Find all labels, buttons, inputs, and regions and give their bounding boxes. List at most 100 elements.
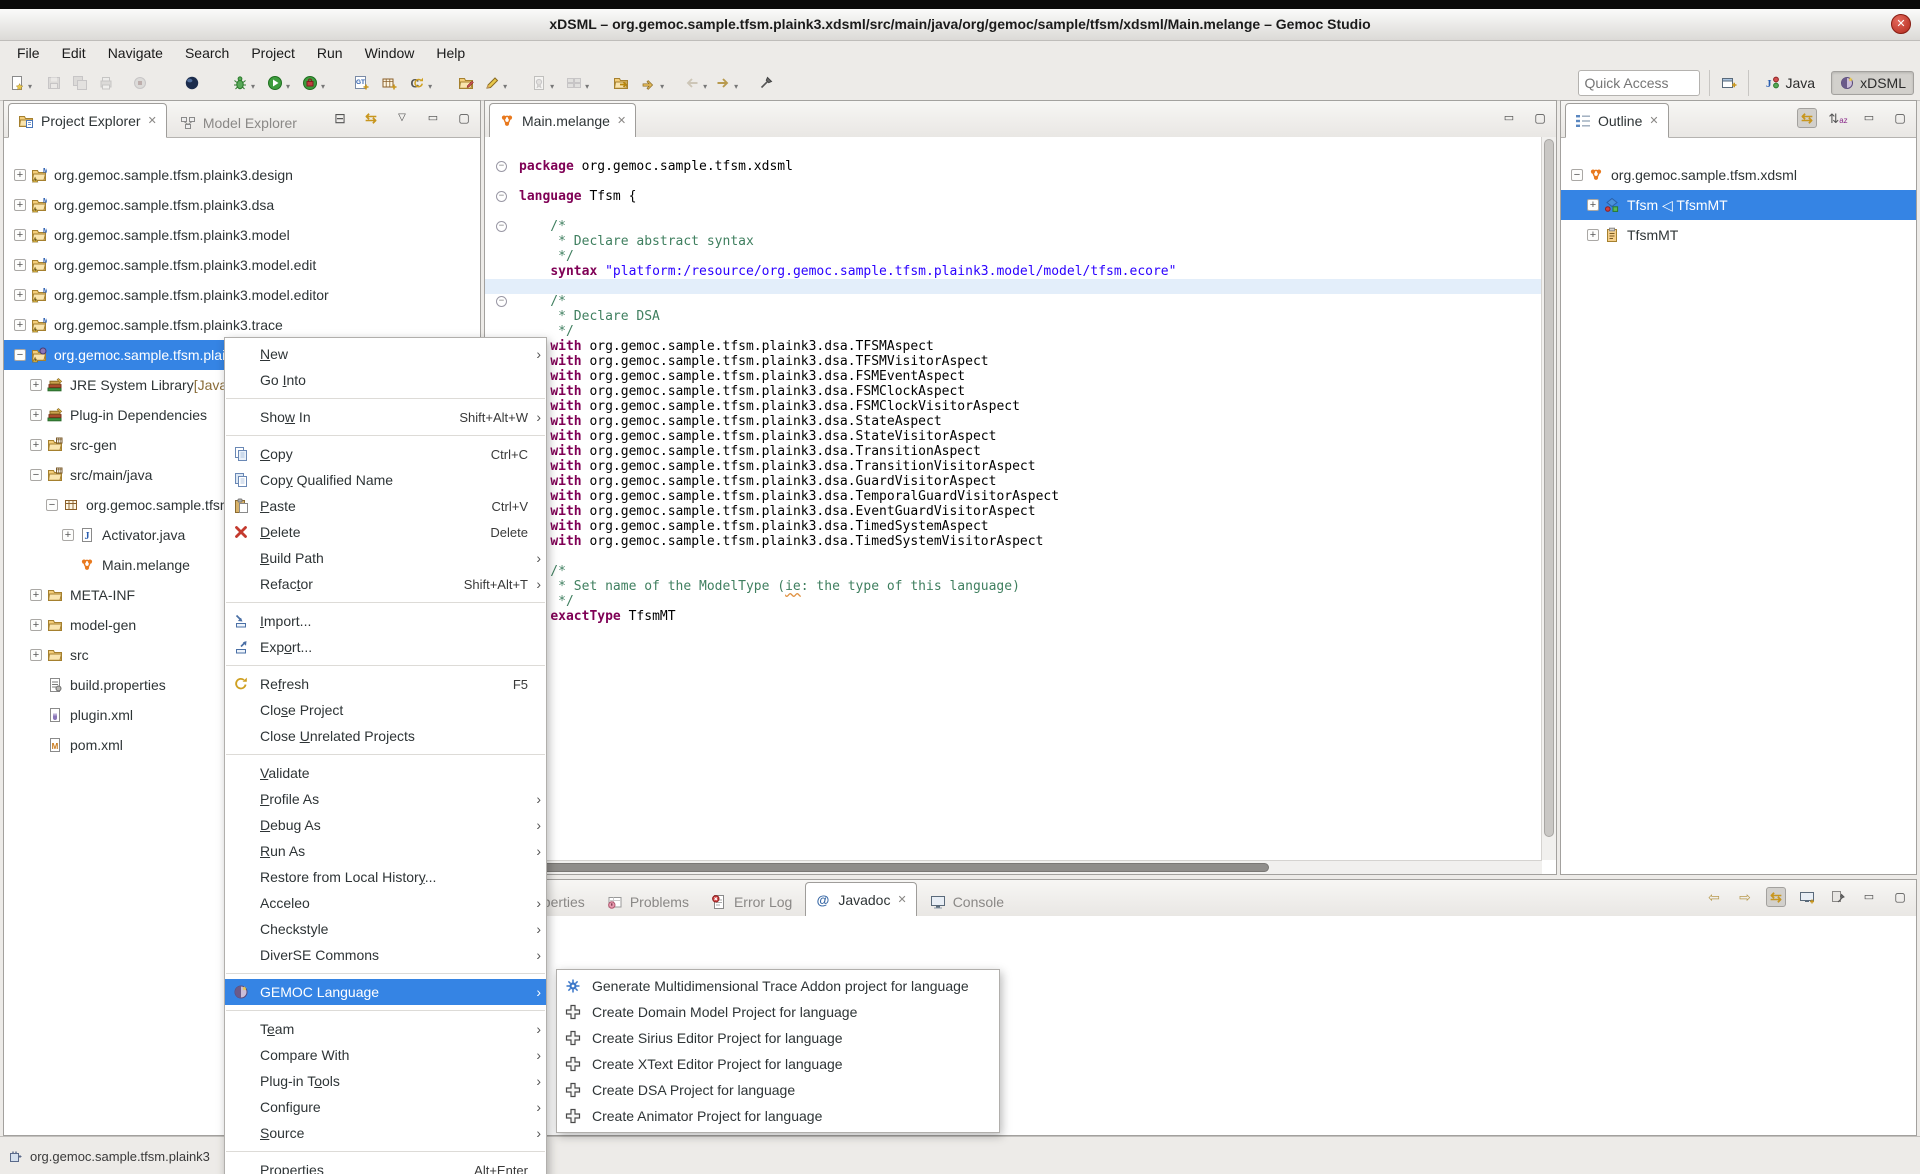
new-melange-file-icon[interactable]: GT (350, 72, 372, 94)
tree-item-org-gemoc-sample-tfsm-plaink3-trace[interactable]: +Morg.gemoc.sample.tfsm.plaink3.trace (4, 310, 480, 340)
tab-problems[interactable]: Problems (598, 887, 698, 916)
maximize-icon[interactable]: ▢ (454, 108, 474, 128)
pin-view-icon[interactable] (1828, 887, 1848, 907)
dropdown-caret-icon[interactable]: ▾ (703, 82, 707, 91)
code-line[interactable]: */ (485, 594, 1542, 609)
code-line[interactable]: with org.gemoc.sample.tfsm.plaink3.dsa.F… (485, 399, 1542, 414)
code-line[interactable] (485, 279, 1542, 294)
dropdown-caret-icon[interactable]: ▾ (251, 82, 255, 91)
menu-item-profile-as[interactable]: Profile As› (225, 786, 546, 812)
perspective-xdsml-button[interactable]: xDSML (1831, 71, 1914, 95)
forward-icon[interactable] (712, 72, 734, 94)
folder-go-icon[interactable] (610, 72, 632, 94)
menu-item-export[interactable]: Export... (225, 634, 546, 660)
tree-item-org-gemoc-sample-tfsm-xdsml[interactable]: −org.gemoc.sample.tfsm.xdsml (1561, 160, 1916, 190)
maximize-icon[interactable]: ▢ (1530, 108, 1550, 128)
menu-item-restore-from-local-history[interactable]: Restore from Local History... (225, 864, 546, 890)
menu-item-close-project[interactable]: Close Project (225, 697, 546, 723)
code-line[interactable] (485, 204, 1542, 219)
code-line[interactable]: with org.gemoc.sample.tfsm.plaink3.dsa.T… (485, 354, 1542, 369)
collapse-all-icon[interactable]: ⊟ (330, 108, 350, 128)
code-line[interactable]: with org.gemoc.sample.tfsm.plaink3.dsa.F… (485, 369, 1542, 384)
code-line[interactable]: − /* (485, 294, 1542, 309)
close-icon[interactable]: ✕ (617, 114, 626, 127)
menu-item-create-sirius-editor-project-for-language[interactable]: Create Sirius Editor Project for languag… (557, 1025, 999, 1051)
menu-item-validate[interactable]: Validate (225, 760, 546, 786)
menu-item-import[interactable]: Import... (225, 608, 546, 634)
link-with-editor-icon[interactable]: ⇆ (1766, 887, 1786, 907)
tree-item-org-gemoc-sample-tfsm-plaink3-model-editor[interactable]: +Morg.gemoc.sample.tfsm.plaink3.model.ed… (4, 280, 480, 310)
fold-collapse-icon[interactable]: − (496, 161, 507, 172)
expand-icon[interactable]: + (14, 199, 26, 211)
menu-item-plug-in-tools[interactable]: Plug-in Tools› (225, 1068, 546, 1094)
code-line[interactable]: with org.gemoc.sample.tfsm.plaink3.dsa.T… (485, 444, 1542, 459)
print-icon[interactable] (95, 72, 117, 94)
menu-item-configure[interactable]: Configure› (225, 1094, 546, 1120)
menu-item-copy-qualified-name[interactable]: Copy Qualified Name (225, 467, 546, 493)
tree-item-tfsm-tfsmmt[interactable]: +Tfsm ◁ TfsmMT (1561, 190, 1916, 220)
code-line[interactable]: −language Tfsm { (485, 189, 1542, 204)
code-line[interactable]: with org.gemoc.sample.tfsm.plaink3.dsa.F… (485, 384, 1542, 399)
menu-item-build-path[interactable]: Build Path› (225, 545, 546, 571)
expand-icon[interactable]: + (14, 169, 26, 181)
menubar-item-window[interactable]: Window (354, 42, 426, 64)
new-package-icon[interactable] (378, 72, 400, 94)
tab-project-explorer[interactable]: Project Explorer ✕ (8, 103, 167, 138)
expand-icon[interactable]: + (30, 439, 42, 451)
code-line[interactable]: exactType TfsmMT (485, 609, 1542, 624)
fold-collapse-icon[interactable]: − (496, 296, 507, 307)
code-line[interactable]: syntax "platform:/resource/org.gemoc.sam… (485, 264, 1542, 279)
menu-item-create-domain-model-project-for-language[interactable]: Create Domain Model Project for language (557, 999, 999, 1025)
dropdown-caret-icon[interactable]: ▾ (550, 82, 554, 91)
save-icon[interactable] (43, 72, 65, 94)
view-menu-icon[interactable]: ▽ (392, 108, 412, 128)
expand-icon[interactable]: + (14, 319, 26, 331)
collapse-icon[interactable]: − (1571, 169, 1583, 181)
code-line[interactable]: * Declare abstract syntax (485, 234, 1542, 249)
collapse-icon[interactable]: − (30, 469, 42, 481)
link-with-editor-icon[interactable]: ⇆ (1797, 108, 1817, 128)
menubar-item-help[interactable]: Help (425, 42, 476, 64)
terminate-icon[interactable] (129, 72, 151, 94)
tree-item-org-gemoc-sample-tfsm-plaink3-design[interactable]: +Morg.gemoc.sample.tfsm.plaink3.design (4, 160, 480, 190)
dropdown-caret-icon[interactable]: ▾ (428, 82, 432, 91)
perspective-java-button[interactable]: JJava (1758, 72, 1823, 94)
menubar-item-run[interactable]: Run (306, 42, 354, 64)
tree-item-org-gemoc-sample-tfsm-plaink3-dsa[interactable]: +Morg.gemoc.sample.tfsm.plaink3.dsa (4, 190, 480, 220)
dropdown-caret-icon[interactable]: ▾ (660, 82, 664, 91)
quick-access-input[interactable] (1578, 70, 1700, 96)
fold-collapse-icon[interactable]: − (496, 191, 507, 202)
menu-item-show-in[interactable]: Show InShift+Alt+W› (225, 404, 546, 430)
code-line[interactable]: * Set name of the ModelType (ie: the typ… (485, 579, 1542, 594)
close-icon[interactable]: ✕ (1649, 114, 1658, 127)
tab-error-log[interactable]: Error Log (702, 887, 801, 916)
minimize-icon[interactable]: ▭ (423, 108, 443, 128)
code-line[interactable]: with org.gemoc.sample.tfsm.plaink3.dsa.T… (485, 519, 1542, 534)
tab-console[interactable]: Console (921, 887, 1013, 916)
menu-item-properties[interactable]: PropertiesAlt+Enter (225, 1157, 546, 1174)
scrollbar-thumb[interactable] (487, 863, 1269, 872)
menu-item-team[interactable]: Team› (225, 1016, 546, 1042)
menu-item-checkstyle[interactable]: Checkstyle› (225, 916, 546, 942)
menubar-item-project[interactable]: Project (240, 42, 306, 64)
tab-main-melange[interactable]: Main.melange ✕ (489, 103, 636, 138)
code-line[interactable]: with org.gemoc.sample.tfsm.plaink3.dsa.G… (485, 474, 1542, 489)
code-line[interactable]: − /* (485, 564, 1542, 579)
expand-icon[interactable]: + (14, 289, 26, 301)
menu-item-delete[interactable]: DeleteDelete (225, 519, 546, 545)
menu-item-generate-multidimensional-trace-addon-project-for-language[interactable]: Generate Multidimensional Trace Addon pr… (557, 973, 999, 999)
menu-item-refactor[interactable]: RefactorShift+Alt+T› (225, 571, 546, 597)
minimize-icon[interactable]: ▭ (1859, 108, 1879, 128)
new-wizard-icon[interactable] (6, 72, 28, 94)
tree-item-org-gemoc-sample-tfsm-plaink3-model[interactable]: +Morg.gemoc.sample.tfsm.plaink3.model (4, 220, 480, 250)
menu-item-create-animator-project-for-language[interactable]: Create Animator Project for language (557, 1103, 999, 1129)
code-line[interactable]: with org.gemoc.sample.tfsm.plaink3.dsa.T… (485, 459, 1542, 474)
code-line[interactable]: − /* (485, 219, 1542, 234)
menu-item-create-dsa-project-for-language[interactable]: Create DSA Project for language (557, 1077, 999, 1103)
pin-icon[interactable] (755, 72, 777, 94)
menu-item-close-unrelated-projects[interactable]: Close Unrelated Projects (225, 723, 546, 749)
expand-icon[interactable]: + (1587, 199, 1599, 211)
scrollbar-thumb[interactable] (1544, 139, 1554, 837)
menu-item-acceleo[interactable]: Acceleo› (225, 890, 546, 916)
menu-item-gemoc-language[interactable]: GEMOC Language› (225, 979, 546, 1005)
